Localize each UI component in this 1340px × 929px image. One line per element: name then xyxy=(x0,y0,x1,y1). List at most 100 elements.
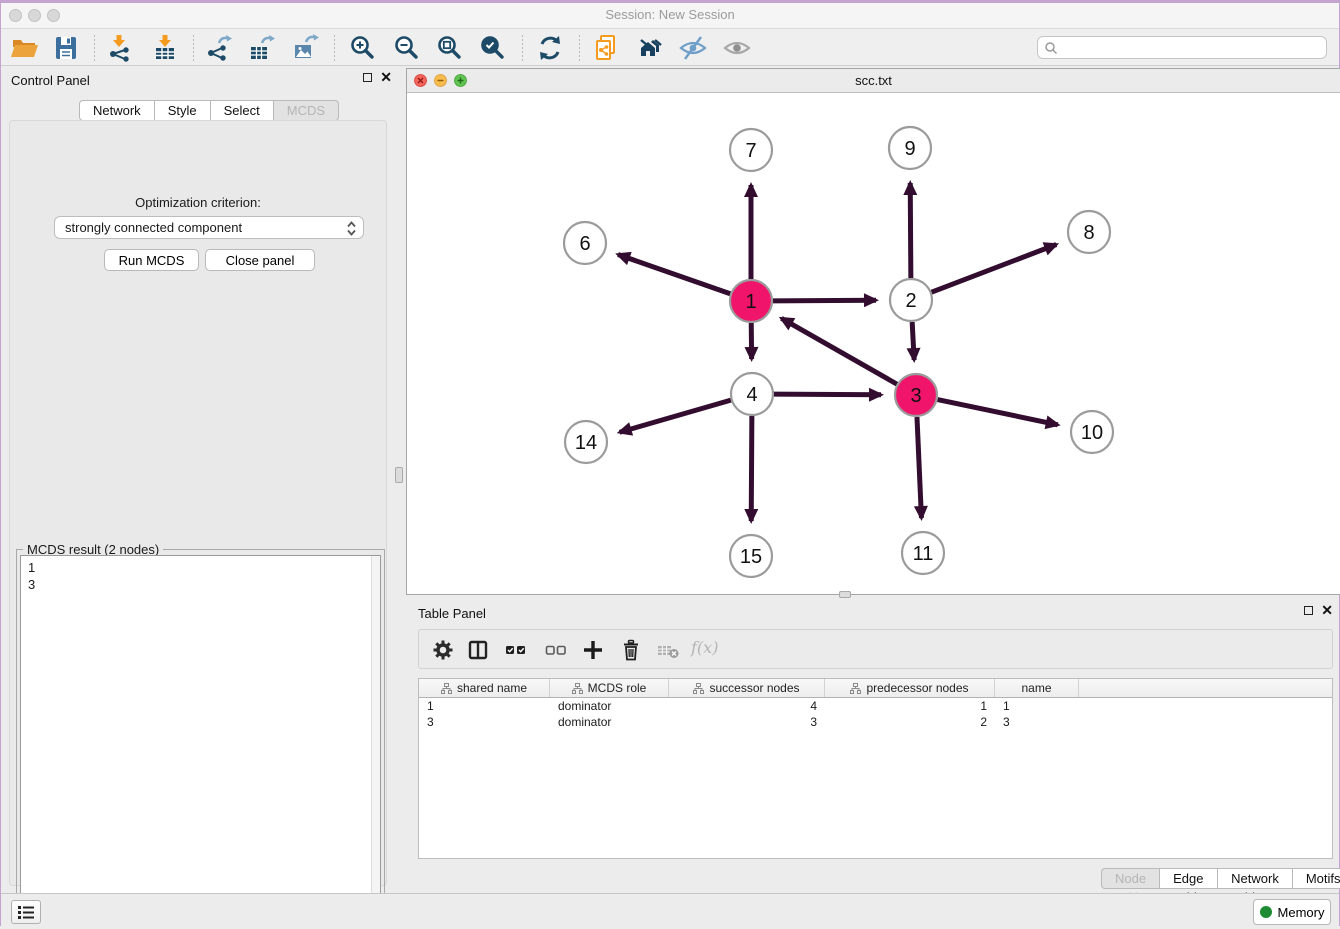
node-label-11: 11 xyxy=(913,543,934,565)
edge-3-10[interactable] xyxy=(938,400,1058,425)
table-panel-float-icon[interactable] xyxy=(1304,606,1313,615)
main-toolbar xyxy=(1,29,1339,66)
export-image-icon[interactable] xyxy=(292,34,320,62)
mcds-result-textarea[interactable]: 1 3 xyxy=(20,555,381,925)
table-cell: 2 xyxy=(825,714,995,730)
network-window-titlebar: scc.txt xyxy=(407,69,1340,93)
hide-selected-icon[interactable] xyxy=(679,34,707,62)
delete-table-icon xyxy=(657,639,679,661)
add-column-icon[interactable] xyxy=(582,639,604,661)
control-panel-float-icon[interactable] xyxy=(363,73,372,82)
attribute-type-icon xyxy=(693,683,704,694)
table-cell: 3 xyxy=(669,714,825,730)
node-label-6: 6 xyxy=(579,233,590,255)
edge-2-8[interactable] xyxy=(932,244,1057,292)
tab-edge-table[interactable]: Edge Table xyxy=(1160,868,1218,889)
criterion-dropdown[interactable]: strongly connected component xyxy=(54,216,364,239)
control-panel-close-icon[interactable]: ✕ xyxy=(380,73,392,82)
zoom-in-icon[interactable] xyxy=(349,34,377,62)
control-panel-title: Control Panel xyxy=(11,73,90,88)
status-bar: Memory xyxy=(1,893,1339,929)
node-label-1: 1 xyxy=(745,291,756,313)
new-network-from-selection-icon[interactable] xyxy=(592,34,620,62)
delete-column-trash-icon[interactable] xyxy=(620,639,642,661)
apply-function-icon: f(x) xyxy=(691,638,718,657)
search-icon xyxy=(1043,40,1059,56)
table-panel-close-icon[interactable]: ✕ xyxy=(1321,606,1333,615)
zoom-selected-icon[interactable] xyxy=(479,34,507,62)
export-network-icon[interactable] xyxy=(205,34,233,62)
node-label-2: 2 xyxy=(905,290,916,312)
control-panel-tabs: NetworkStyleSelectMCDS xyxy=(79,100,339,121)
zoom-out-icon[interactable] xyxy=(393,34,421,62)
mcds-panel: Optimization criterion: strongly connect… xyxy=(9,120,387,886)
memory-button[interactable]: Memory xyxy=(1253,899,1331,925)
zoom-fit-icon[interactable] xyxy=(436,34,464,62)
refresh-icon[interactable] xyxy=(536,34,564,62)
import-table-icon[interactable] xyxy=(151,34,179,62)
edge-1-2[interactable] xyxy=(773,300,876,301)
close-panel-button[interactable]: Close panel xyxy=(205,249,315,271)
show-columns-icon[interactable] xyxy=(467,639,489,661)
tab-network[interactable]: Network xyxy=(79,100,155,121)
list-icon xyxy=(17,904,35,920)
edge-4-15[interactable] xyxy=(751,416,752,521)
node-label-8: 8 xyxy=(1083,222,1094,244)
search-box[interactable] xyxy=(1037,36,1327,59)
attribute-type-icon xyxy=(441,683,452,694)
column-header-predecessor-nodes[interactable]: predecessor nodes xyxy=(825,679,995,697)
vertical-splitter-handle[interactable] xyxy=(395,467,403,483)
network-canvas[interactable]: 1234678910111415 xyxy=(407,93,1340,594)
export-table-icon[interactable] xyxy=(248,34,276,62)
column-header-shared-name[interactable]: shared name xyxy=(419,679,550,697)
table-header-row: shared nameMCDS rolesuccessor nodesprede… xyxy=(419,679,1332,698)
edge-2-3[interactable] xyxy=(912,322,914,360)
deselect-all-icon[interactable] xyxy=(545,639,567,661)
app-window: Session: New Session Control Panel xyxy=(0,0,1340,926)
tab-node-table[interactable]: Node Table xyxy=(1101,868,1160,889)
import-network-icon[interactable] xyxy=(105,34,133,62)
mcds-result-lines: 1 3 xyxy=(21,556,380,596)
column-header-MCDS-role[interactable]: MCDS role xyxy=(550,679,669,697)
table-panel-title: Table Panel xyxy=(418,606,486,621)
run-mcds-button[interactable]: Run MCDS xyxy=(104,249,199,271)
table-cell: 1 xyxy=(419,698,550,714)
edge-1-6[interactable] xyxy=(618,255,730,294)
result-scrollbar[interactable] xyxy=(371,556,380,924)
node-table[interactable]: shared nameMCDS rolesuccessor nodesprede… xyxy=(418,678,1333,859)
tab-network-table[interactable]: Network Table xyxy=(1218,868,1293,889)
edge-2-9[interactable] xyxy=(910,183,911,278)
edge-3-11[interactable] xyxy=(917,417,921,518)
tab-select[interactable]: Select xyxy=(211,100,274,121)
node-label-7: 7 xyxy=(745,140,756,162)
save-session-icon[interactable] xyxy=(52,34,80,62)
search-input[interactable] xyxy=(1059,41,1326,55)
table-cell: dominator xyxy=(550,714,669,730)
open-session-icon[interactable] xyxy=(10,34,38,62)
edge-4-14[interactable] xyxy=(620,400,731,432)
table-row[interactable]: 3dominator323 xyxy=(419,714,1332,730)
column-header-successor-nodes[interactable]: successor nodes xyxy=(669,679,825,697)
mcds-result-groupbox: MCDS result (2 nodes) 1 3 xyxy=(16,549,385,929)
tab-mcds[interactable]: MCDS xyxy=(274,100,339,121)
memory-status-icon xyxy=(1260,906,1272,918)
optimization-criterion-label: Optimization criterion: xyxy=(10,195,386,210)
tab-motifs[interactable]: Motifs xyxy=(1293,868,1340,889)
table-cell: 1 xyxy=(995,698,1079,714)
column-header-name[interactable]: name xyxy=(995,679,1079,697)
network-graph[interactable]: 1234678910111415 xyxy=(407,93,1340,594)
table-cell: 3 xyxy=(995,714,1079,730)
horizontal-splitter-handle[interactable] xyxy=(839,591,851,598)
node-label-9: 9 xyxy=(904,138,915,160)
table-cell: 3 xyxy=(419,714,550,730)
task-history-button[interactable] xyxy=(11,900,41,924)
node-label-4: 4 xyxy=(746,384,757,406)
table-options-gear-icon[interactable] xyxy=(432,639,454,661)
table-row[interactable]: 1dominator411 xyxy=(419,698,1332,714)
table-panel-tabs: Node TableEdge TableNetwork TableMotifs xyxy=(1101,868,1340,889)
tab-style[interactable]: Style xyxy=(155,100,211,121)
edge-4-3[interactable] xyxy=(774,394,881,395)
edge-3-1[interactable] xyxy=(781,318,896,384)
first-neighbors-icon[interactable] xyxy=(636,34,664,62)
select-all-icon[interactable] xyxy=(505,639,527,661)
